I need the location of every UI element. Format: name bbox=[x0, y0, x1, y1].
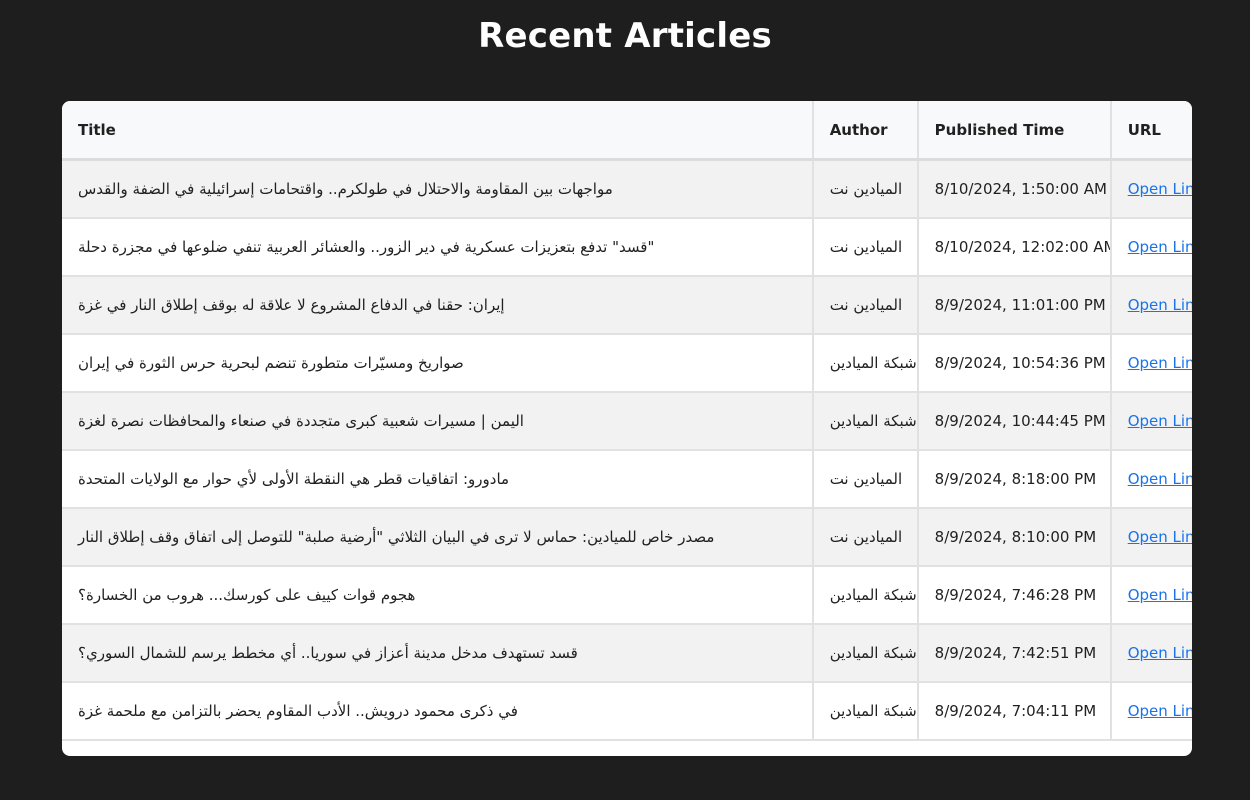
article-author: شبكة الميادين bbox=[812, 624, 919, 683]
article-title: اليمن | مسيرات شعبية كبرى متجددة في صنعا… bbox=[62, 392, 814, 451]
article-title: إيران: حقنا في الدفاع المشروع لا علاقة ل… bbox=[62, 276, 814, 335]
article-title: هجوم قوات كييف على كورسك... هروب من الخس… bbox=[62, 566, 814, 625]
article-published-time: 8/9/2024, 11:01:00 PM bbox=[917, 276, 1112, 335]
table-row: في ذكرى محمود درويش.. الأدب المقاوم يحضر… bbox=[62, 682, 1192, 741]
article-title: في ذكرى محمود درويش.. الأدب المقاوم يحضر… bbox=[62, 682, 814, 741]
article-url-cell: Open Link bbox=[1110, 450, 1192, 509]
article-published-time: 8/9/2024, 7:42:51 PM bbox=[917, 624, 1112, 683]
article-url-cell: Open Link bbox=[1110, 218, 1192, 277]
article-author: شبكة الميادين bbox=[812, 682, 919, 741]
article-published-time: 8/10/2024, 1:50:00 AM bbox=[917, 159, 1112, 219]
articles-table: Title Author Published Time URL مواجهات … bbox=[62, 101, 1192, 741]
article-url-cell: Open Link bbox=[1110, 159, 1192, 219]
article-published-time: 8/10/2024, 12:02:00 AM bbox=[917, 218, 1112, 277]
article-author: الميادين نت bbox=[812, 508, 919, 567]
header-url: URL bbox=[1110, 101, 1192, 161]
article-title: صواريخ ومسيّرات متطورة تنضم لبحرية حرس ا… bbox=[62, 334, 814, 393]
article-published-time: 8/9/2024, 8:10:00 PM bbox=[917, 508, 1112, 567]
article-author: شبكة الميادين bbox=[812, 334, 919, 393]
articles-table-card: Title Author Published Time URL مواجهات … bbox=[62, 101, 1192, 756]
table-header-row: Title Author Published Time URL bbox=[62, 101, 1192, 161]
table-row: هجوم قوات كييف على كورسك... هروب من الخس… bbox=[62, 566, 1192, 625]
table-row: مواجهات بين المقاومة والاحتلال في طولكرم… bbox=[62, 159, 1192, 219]
open-link[interactable]: Open Link bbox=[1128, 238, 1192, 256]
header-published-time: Published Time bbox=[917, 101, 1112, 161]
table-row: قسد تستهدف مدخل مدينة أعزاز في سوريا.. أ… bbox=[62, 624, 1192, 683]
article-author: الميادين نت bbox=[812, 159, 919, 219]
table-row: إيران: حقنا في الدفاع المشروع لا علاقة ل… bbox=[62, 276, 1192, 335]
article-url-cell: Open Link bbox=[1110, 624, 1192, 683]
open-link[interactable]: Open Link bbox=[1128, 702, 1192, 720]
open-link[interactable]: Open Link bbox=[1128, 644, 1192, 662]
article-url-cell: Open Link bbox=[1110, 334, 1192, 393]
table-row: مصدر خاص للميادين: حماس لا ترى في البيان… bbox=[62, 508, 1192, 567]
article-published-time: 8/9/2024, 8:18:00 PM bbox=[917, 450, 1112, 509]
table-row: صواريخ ومسيّرات متطورة تنضم لبحرية حرس ا… bbox=[62, 334, 1192, 393]
article-title: قسد تستهدف مدخل مدينة أعزاز في سوريا.. أ… bbox=[62, 624, 814, 683]
article-url-cell: Open Link bbox=[1110, 508, 1192, 567]
table-row: قسد" تدفع بتعزيزات عسكرية في دير الزور..… bbox=[62, 218, 1192, 277]
article-url-cell: Open Link bbox=[1110, 276, 1192, 335]
open-link[interactable]: Open Link bbox=[1128, 470, 1192, 488]
article-url-cell: Open Link bbox=[1110, 392, 1192, 451]
header-author: Author bbox=[812, 101, 919, 161]
article-author: الميادين نت bbox=[812, 276, 919, 335]
article-author: الميادين نت bbox=[812, 450, 919, 509]
article-published-time: 8/9/2024, 7:46:28 PM bbox=[917, 566, 1112, 625]
article-title: مادورو: اتفاقيات قطر هي النقطة الأولى لأ… bbox=[62, 450, 814, 509]
table-row: اليمن | مسيرات شعبية كبرى متجددة في صنعا… bbox=[62, 392, 1192, 451]
article-title: مصدر خاص للميادين: حماس لا ترى في البيان… bbox=[62, 508, 814, 567]
article-url-cell: Open Link bbox=[1110, 566, 1192, 625]
open-link[interactable]: Open Link bbox=[1128, 528, 1192, 546]
header-title: Title bbox=[62, 101, 814, 161]
article-published-time: 8/9/2024, 10:44:45 PM bbox=[917, 392, 1112, 451]
article-url-cell: Open Link bbox=[1110, 682, 1192, 741]
open-link[interactable]: Open Link bbox=[1128, 354, 1192, 372]
open-link[interactable]: Open Link bbox=[1128, 586, 1192, 604]
article-author: الميادين نت bbox=[812, 218, 919, 277]
article-title: قسد" تدفع بتعزيزات عسكرية في دير الزور..… bbox=[62, 218, 814, 277]
open-link[interactable]: Open Link bbox=[1128, 412, 1192, 430]
open-link[interactable]: Open Link bbox=[1128, 180, 1192, 198]
table-row: مادورو: اتفاقيات قطر هي النقطة الأولى لأ… bbox=[62, 450, 1192, 509]
article-author: شبكة الميادين bbox=[812, 392, 919, 451]
open-link[interactable]: Open Link bbox=[1128, 296, 1192, 314]
article-title: مواجهات بين المقاومة والاحتلال في طولكرم… bbox=[62, 159, 814, 219]
article-author: شبكة الميادين bbox=[812, 566, 919, 625]
article-published-time: 8/9/2024, 10:54:36 PM bbox=[917, 334, 1112, 393]
article-published-time: 8/9/2024, 7:04:11 PM bbox=[917, 682, 1112, 741]
page-title: Recent Articles bbox=[478, 16, 772, 56]
